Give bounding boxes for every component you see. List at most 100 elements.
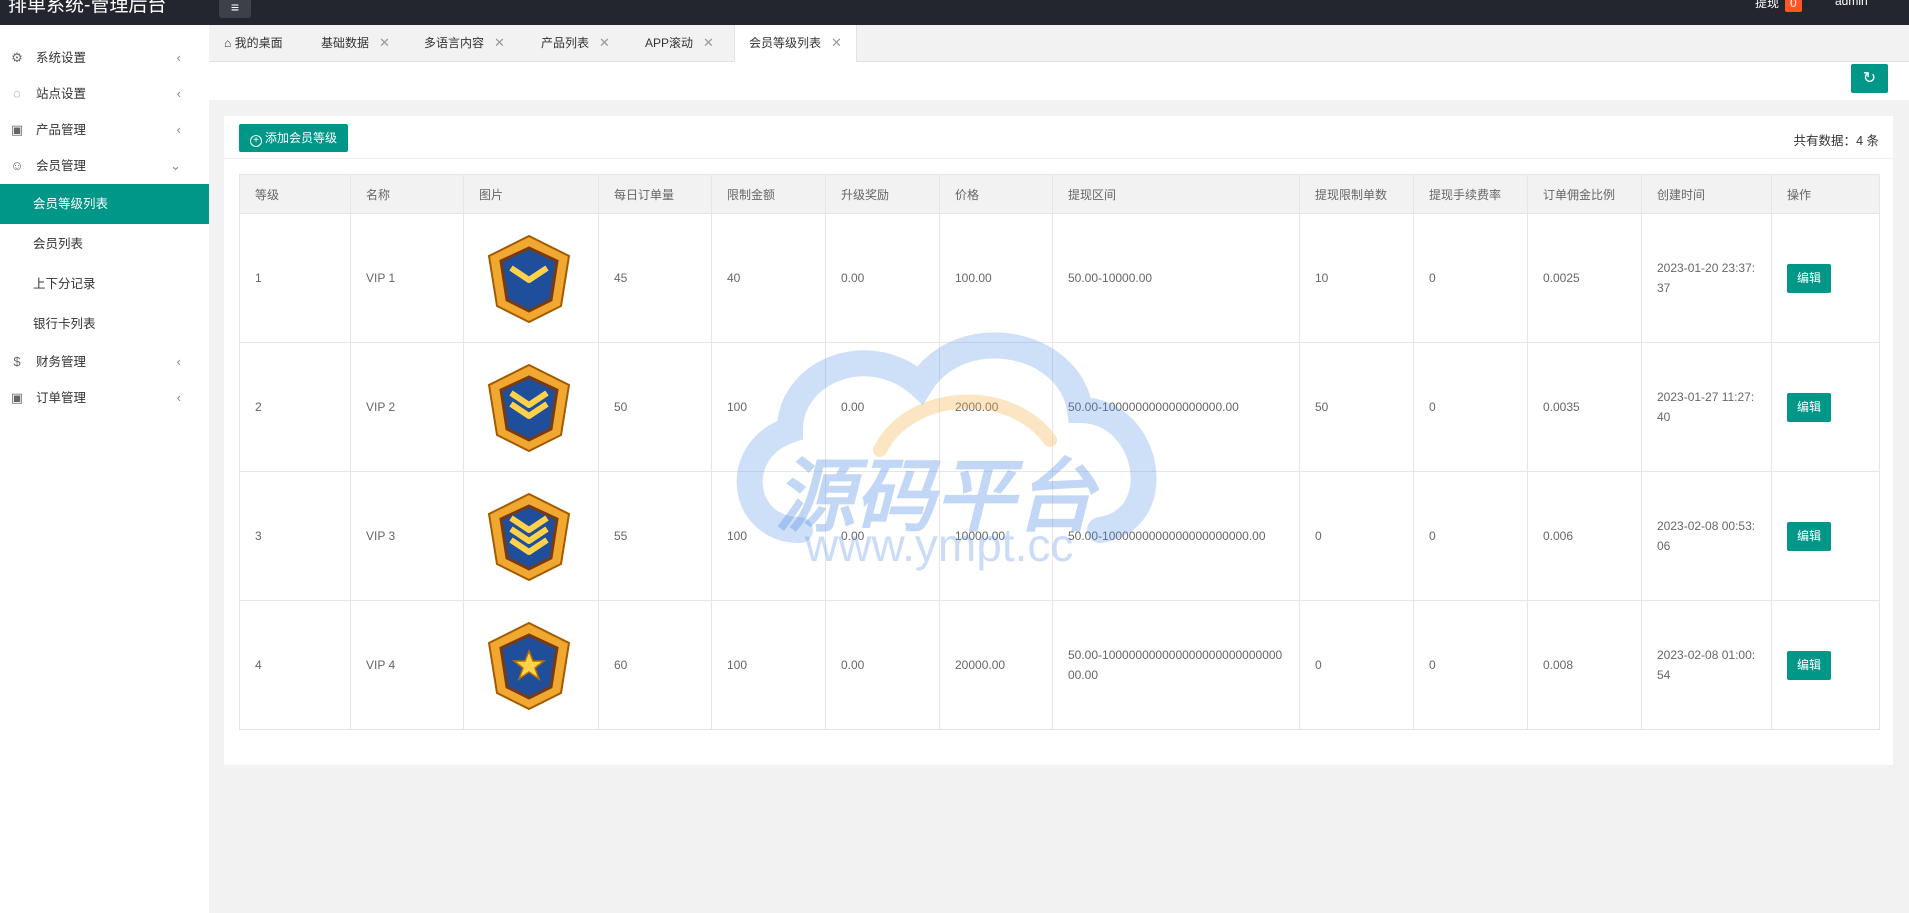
cell-action: 编辑 — [1771, 213, 1880, 343]
cell-name: VIP 3 — [350, 471, 464, 601]
add-button-label: 添加会员等级 — [264, 131, 337, 145]
cell-fee: 0 — [1413, 471, 1528, 601]
dollar-icon: $ — [13, 354, 21, 369]
cell-range: 50.00-10000000000000000000000000000.00 — [1052, 600, 1300, 730]
sidebar-item-system-settings[interactable]: ⚙ 系统设置 ‹ — [0, 40, 209, 76]
cell-created: 2023-02-08 01:00:54 — [1641, 600, 1772, 730]
cell-price: 20000.00 — [939, 600, 1053, 730]
cell-wd-count: 0 — [1299, 471, 1414, 601]
column-header: 升级奖励 — [825, 174, 940, 214]
close-icon[interactable]: ✕ — [599, 35, 610, 50]
box-icon: ▣ — [10, 390, 24, 405]
menu-toggle-button[interactable]: ≡ — [219, 0, 251, 18]
cell-name: VIP 4 — [350, 600, 464, 730]
close-icon[interactable]: ✕ — [379, 35, 390, 50]
column-header: 订单佣金比例 — [1527, 174, 1642, 214]
tab-product-list[interactable]: 产品列表 ✕ — [541, 25, 610, 61]
add-member-level-button[interactable]: + 添加会员等级 — [239, 124, 348, 152]
column-header: 提现区间 — [1052, 174, 1300, 214]
cell-daily: 45 — [598, 213, 712, 343]
cell-image — [463, 213, 599, 343]
table-header-row: 等级 名称 图片 每日订单量 限制金额 升级奖励 价格 提现区间 提现限制单数 … — [239, 174, 1880, 214]
cell-limit: 100 — [711, 600, 826, 730]
column-header: 限制金额 — [711, 174, 826, 214]
withdraw-count-badge: 0 — [1785, 0, 1802, 12]
tab-home[interactable]: ⌂ 我的桌面 — [224, 25, 283, 61]
sidebar-item-product-management[interactable]: ▣ 产品管理 ‹ — [0, 112, 209, 148]
chevron-left-icon: ‹ — [176, 50, 181, 65]
cell-created: 2023-01-27 11:27:40 — [1641, 342, 1772, 472]
tab-label: 多语言内容 — [424, 36, 485, 50]
cell-image — [463, 600, 599, 730]
sidebar-subitem-member-levels[interactable]: 会员等级列表 — [0, 184, 209, 224]
sidebar-item-site-settings[interactable]: ◌ 站点设置 ‹ — [0, 76, 209, 112]
cell-action: 编辑 — [1771, 471, 1880, 601]
sidebar-item-member-management[interactable]: ☺ 会员管理 ⌄ — [0, 148, 209, 184]
withdraw-notice[interactable]: 提现 0 — [1755, 0, 1802, 12]
chevron-left-icon: ‹ — [176, 122, 181, 137]
cell-daily: 55 — [598, 471, 712, 601]
cell-bonus: 0.00 — [825, 213, 940, 343]
cell-fee: 0 — [1413, 213, 1528, 343]
sidebar-item-order-management[interactable]: ▣ 订单管理 ‹ — [0, 380, 209, 416]
edit-button[interactable]: 编辑 — [1787, 650, 1831, 680]
column-header: 提现限制单数 — [1299, 174, 1414, 214]
tab-app-scroll[interactable]: APP滚动 ✕ — [645, 25, 714, 61]
cell-wd-count: 0 — [1299, 600, 1414, 730]
tab-member-levels[interactable]: 会员等级列表 ✕ — [734, 25, 857, 62]
edit-button[interactable]: 编辑 — [1787, 263, 1831, 293]
user-menu[interactable]: admin — [1835, 0, 1881, 8]
chevron-left-icon: ‹ — [176, 354, 181, 369]
sidebar-subitem-member-list[interactable]: 会员列表 — [0, 224, 209, 264]
sidebar-subitem-bank-cards[interactable]: 银行卡列表 — [0, 304, 209, 344]
page-toolbar — [209, 62, 1909, 100]
sidebar-item-label: 系统设置 — [36, 51, 87, 65]
chevron-left-icon: ‹ — [176, 390, 181, 405]
cell-name: VIP 2 — [350, 342, 464, 472]
cell-range: 50.00-10000.00 — [1052, 213, 1300, 343]
column-header: 创建时间 — [1641, 174, 1772, 214]
cell-name: VIP 1 — [350, 213, 464, 343]
sidebar: ⚙ 系统设置 ‹ ◌ 站点设置 ‹ ▣ 产品管理 ‹ ☺ 会员管理 ⌄ 会员等级… — [0, 25, 209, 913]
tab-label: 会员等级列表 — [749, 36, 822, 50]
column-header: 提现手续费率 — [1413, 174, 1528, 214]
cell-bonus: 0.00 — [825, 600, 940, 730]
total-label: 共有数据： — [1793, 134, 1857, 148]
edit-button[interactable]: 编辑 — [1787, 521, 1831, 551]
close-icon[interactable]: ✕ — [494, 35, 505, 50]
refresh-button[interactable]: ↻ — [1851, 64, 1888, 93]
cell-commission: 0.0035 — [1527, 342, 1642, 472]
tab-label: APP滚动 — [645, 36, 694, 50]
cell-wd-count: 10 — [1299, 213, 1414, 343]
cell-daily: 50 — [598, 342, 712, 472]
sidebar-item-label: 财务管理 — [36, 355, 87, 369]
edit-button[interactable]: 编辑 — [1787, 392, 1831, 422]
cell-image — [463, 471, 599, 601]
tab-label: 基础数据 — [321, 36, 370, 50]
cell-commission: 0.0025 — [1527, 213, 1642, 343]
close-icon[interactable]: ✕ — [831, 35, 842, 50]
sidebar-subitem-points-records[interactable]: 上下分记录 — [0, 264, 209, 304]
cell-price: 100.00 — [939, 213, 1053, 343]
tab-basic-data[interactable]: 基础数据 ✕ — [321, 25, 390, 61]
plus-circle-icon: + — [249, 135, 262, 147]
sidebar-item-finance-management[interactable]: $ 财务管理 ‹ — [0, 344, 209, 380]
cell-daily: 60 — [598, 600, 712, 730]
column-header: 每日订单量 — [598, 174, 712, 214]
cell-action: 编辑 — [1771, 600, 1880, 730]
tab-multilang[interactable]: 多语言内容 ✕ — [424, 25, 505, 61]
table-row: 4 VIP 4 60 100 0.00 20000.00 50.00-10000000000… — [239, 600, 1880, 730]
cell-level: 2 — [239, 342, 351, 472]
sidebar-item-label: 订单管理 — [36, 391, 87, 405]
cell-created: 2023-02-08 00:53:06 — [1641, 471, 1772, 601]
tab-bar: ⌂ 我的桌面 基础数据 ✕ 多语言内容 ✕ 产品列表 ✕ APP滚动 ✕ 会员等级列表 ✕ — [209, 25, 1909, 62]
cell-commission: 0.008 — [1527, 600, 1642, 730]
box-icon: ▣ — [10, 122, 24, 137]
total-count: 共有数据：4 条 — [1794, 130, 1879, 149]
sidebar-item-label: 会员管理 — [36, 159, 87, 173]
cell-created: 2023-01-20 23:37:37 — [1641, 213, 1772, 343]
close-icon[interactable]: ✕ — [703, 35, 714, 50]
medal-icon — [479, 486, 583, 586]
column-header: 图片 — [463, 174, 599, 214]
top-header: 排单系统-管理后台 ≡ 提现 0 admin — [0, 0, 1909, 25]
